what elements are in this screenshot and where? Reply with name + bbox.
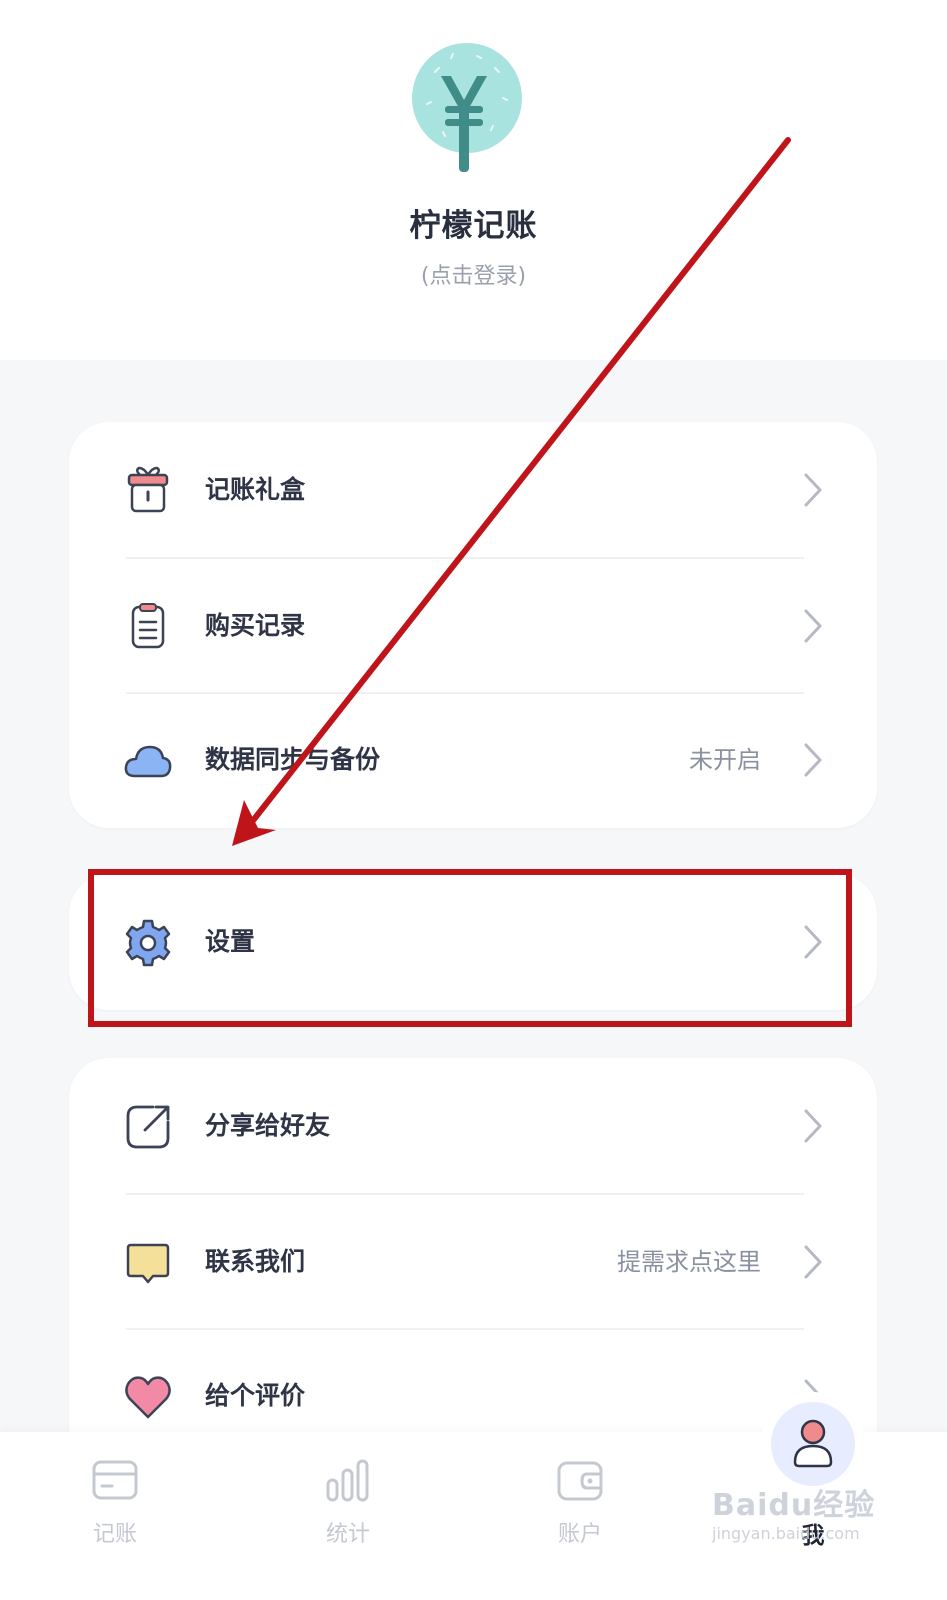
app-name[interactable]: 柠檬记账 <box>0 200 947 245</box>
clipboard-icon <box>131 603 165 649</box>
bar-stats-icon <box>326 1459 369 1502</box>
wallet-icon <box>557 1461 603 1501</box>
share-icon <box>126 1105 170 1149</box>
menu-item-purchase-history[interactable]: 购买记录 <box>69 558 877 694</box>
login-hint[interactable]: (点击登录) <box>0 258 947 290</box>
user-icon <box>793 1419 833 1468</box>
watermark-line2: jingyan.baidu.com <box>712 1524 860 1543</box>
tab-bookkeeping[interactable]: 记账 <box>45 1432 185 1600</box>
tab-label: 记账 <box>92 1522 137 1547</box>
menu-item-label: 记账礼盒 <box>205 475 306 504</box>
tab-accounts[interactable]: 账户 <box>510 1432 650 1600</box>
tab-label: 账户 <box>557 1522 602 1547</box>
gift-box-icon <box>127 466 169 513</box>
annotation-highlight-box <box>88 869 852 1027</box>
menu-item-label: 数据同步与备份 <box>205 745 381 774</box>
chevron-right-icon <box>804 609 822 643</box>
tab-me[interactable] <box>771 1402 855 1486</box>
tab-label: 统计 <box>325 1522 370 1547</box>
menu-item-label: 联系我们 <box>205 1247 306 1276</box>
chevron-right-icon <box>804 743 822 777</box>
watermark-line1: Baidu经验 <box>712 1488 876 1523</box>
chevron-right-icon <box>804 1109 822 1143</box>
yen-tree-icon <box>412 43 522 172</box>
contact-hint-value: 提需求点这里 <box>617 1248 761 1276</box>
message-icon <box>126 1243 170 1284</box>
baidu-jingyan-watermark: Baidu经验 jingyan.baidu.com <box>712 1480 892 1550</box>
menu-item-data-sync[interactable]: 数据同步与备份 未开启 <box>69 692 877 828</box>
menu-card-secondary: 分享给好友 联系我们 提需求点这里 给个评价 <box>69 1058 877 1478</box>
card-icon <box>92 1460 138 1500</box>
menu-item-label: 购买记录 <box>205 611 306 640</box>
menu-item-label: 分享给好友 <box>205 1111 331 1140</box>
menu-item-gift-box[interactable]: 记账礼盒 <box>69 422 877 558</box>
menu-item-share[interactable]: 分享给好友 <box>69 1058 877 1194</box>
profile-header[interactable]: 柠檬记账 (点击登录) <box>0 0 947 360</box>
cloud-icon <box>124 745 172 778</box>
heart-icon <box>125 1376 171 1419</box>
chevron-right-icon <box>804 1245 822 1279</box>
tab-statistics[interactable]: 统计 <box>278 1432 418 1600</box>
menu-card-primary: 记账礼盒 购买记录 数据同步与备份 未开启 <box>69 422 877 828</box>
chevron-right-icon <box>804 473 822 507</box>
menu-item-contact-us[interactable]: 联系我们 提需求点这里 <box>69 1194 877 1330</box>
sync-status-value: 未开启 <box>689 746 761 774</box>
